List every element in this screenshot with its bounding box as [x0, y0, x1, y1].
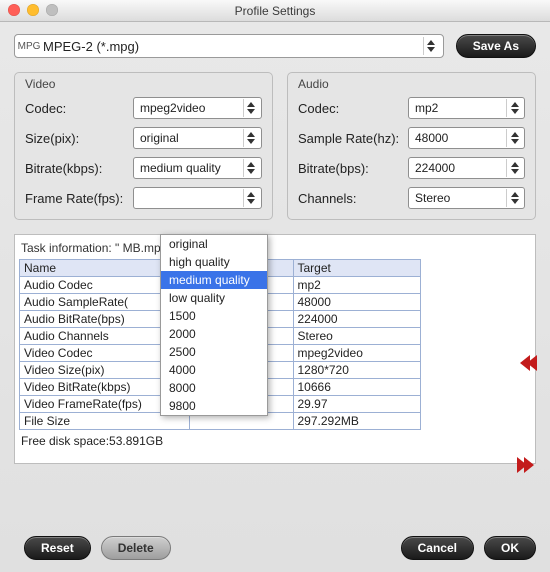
video-bitrate-label: Bitrate(kbps):: [25, 161, 133, 176]
bitrate-option[interactable]: 4000: [161, 361, 267, 379]
bitrate-option[interactable]: 2500: [161, 343, 267, 361]
close-icon[interactable]: [8, 4, 20, 16]
video-bitrate-select[interactable]: medium quality: [133, 157, 262, 179]
audio-bitrate-label: Bitrate(bps):: [298, 161, 408, 176]
video-legend: Video: [25, 77, 55, 91]
audio-bitrate-select[interactable]: 224000: [408, 157, 525, 179]
titlebar: Profile Settings: [0, 0, 550, 22]
bitrate-option[interactable]: 8000: [161, 379, 267, 397]
audio-channels-select[interactable]: Stereo: [408, 187, 525, 209]
bitrate-option[interactable]: medium quality: [161, 271, 267, 289]
cancel-button[interactable]: Cancel: [401, 536, 474, 560]
bitrate-option[interactable]: 2000: [161, 325, 267, 343]
delete-button[interactable]: Delete: [101, 536, 171, 560]
chevron-updown-icon: [243, 129, 259, 147]
window-controls: [8, 4, 58, 16]
chevron-updown-icon: [506, 129, 522, 147]
reset-button[interactable]: Reset: [24, 536, 91, 560]
format-icon: MPG: [21, 38, 37, 54]
bitrate-option[interactable]: 9800: [161, 397, 267, 415]
chevron-updown-icon: [506, 99, 522, 117]
task-caption: Task information: " MB.mp4": [19, 239, 531, 259]
save-as-button[interactable]: Save As: [456, 34, 536, 58]
bitrate-option[interactable]: low quality: [161, 289, 267, 307]
free-disk-label: Free disk space:53.891GB: [19, 430, 531, 448]
bitrate-option[interactable]: 1500: [161, 307, 267, 325]
col-target: Target: [293, 260, 421, 277]
rewind-icon: [527, 355, 537, 371]
audio-channels-label: Channels:: [298, 191, 408, 206]
video-codec-select[interactable]: mpeg2video: [133, 97, 262, 119]
ok-button[interactable]: OK: [484, 536, 536, 560]
profile-select[interactable]: MPG MPEG-2 (*.mpg): [14, 34, 444, 58]
chevron-updown-icon: [423, 37, 439, 55]
audio-panel: Audio Codec: mp2 Sample Rate(hz): 48000 …: [287, 72, 536, 220]
audio-samplerate-select[interactable]: 48000: [408, 127, 525, 149]
audio-codec-label: Codec:: [298, 101, 408, 116]
video-size-select[interactable]: original: [133, 127, 262, 149]
next-button[interactable]: [512, 454, 542, 476]
chevron-updown-icon: [506, 189, 522, 207]
video-framerate-label: Frame Rate(fps):: [25, 191, 133, 206]
bitrate-dropdown[interactable]: originalhigh qualitymedium qualitylow qu…: [160, 234, 268, 416]
chevron-updown-icon: [243, 99, 259, 117]
window-title: Profile Settings: [235, 4, 316, 18]
video-codec-label: Codec:: [25, 101, 133, 116]
task-info-panel: Task information: " MB.mp4" Name Target …: [14, 234, 536, 464]
forward-icon: [524, 457, 534, 473]
chevron-updown-icon: [243, 159, 259, 177]
chevron-updown-icon: [243, 189, 259, 207]
chevron-updown-icon: [506, 159, 522, 177]
profile-value: MPEG-2 (*.mpg): [43, 39, 419, 54]
video-framerate-select[interactable]: [133, 187, 262, 209]
audio-samplerate-label: Sample Rate(hz):: [298, 131, 408, 146]
audio-legend: Audio: [298, 77, 329, 91]
maximize-icon: [46, 4, 58, 16]
minimize-icon[interactable]: [27, 4, 39, 16]
audio-codec-select[interactable]: mp2: [408, 97, 525, 119]
bitrate-option[interactable]: high quality: [161, 253, 267, 271]
bitrate-option[interactable]: original: [161, 235, 267, 253]
video-size-label: Size(pix):: [25, 131, 133, 146]
video-panel: Video Codec: mpeg2video Size(pix): origi…: [14, 72, 273, 220]
prev-button[interactable]: [512, 352, 542, 374]
